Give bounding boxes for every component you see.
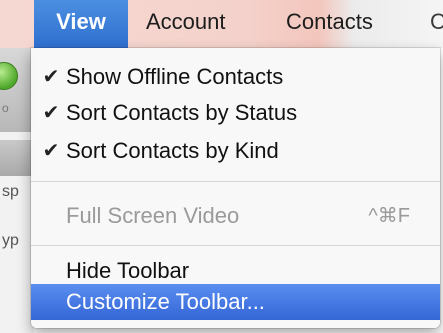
background-toolbar: [0, 48, 34, 132]
background-text-fragment: o: [2, 101, 9, 115]
menu-item-label: Full Screen Video: [66, 203, 240, 228]
menu-bar: View Account Contacts C: [0, 0, 443, 48]
menu-separator: [31, 181, 440, 182]
checkmark-icon: ✔: [42, 66, 60, 88]
menu-account[interactable]: Account: [146, 0, 226, 48]
menu-item-hide-toolbar[interactable]: Hide Toolbar: [31, 254, 440, 288]
menu-item-show-offline-contacts[interactable]: ✔ Show Offline Contacts: [31, 60, 440, 94]
checkmark-icon: ✔: [42, 102, 60, 124]
menu-truncated[interactable]: C: [430, 0, 443, 48]
menu-item-full-screen-video[interactable]: Full Screen Video ^⌘F: [31, 199, 440, 233]
background-header-band: [0, 140, 34, 176]
menu-item-label: Sort Contacts by Kind: [66, 138, 279, 163]
menu-separator: [31, 245, 440, 246]
menu-item-customize-toolbar[interactable]: Customize Toolbar...: [31, 284, 440, 320]
menu-item-sort-by-kind[interactable]: ✔ Sort Contacts by Kind: [31, 134, 440, 168]
menu-item-shortcut: ^⌘F: [368, 205, 410, 227]
checkmark-icon: ✔: [42, 140, 60, 162]
view-menu-dropdown: ✔ Show Offline Contacts ✔ Sort Contacts …: [31, 48, 440, 328]
menu-item-label: Hide Toolbar: [66, 258, 190, 283]
menu-item-sort-by-status[interactable]: ✔ Sort Contacts by Status: [31, 96, 440, 130]
menu-item-label: Sort Contacts by Status: [66, 100, 298, 125]
menu-item-label: Customize Toolbar...: [66, 289, 265, 314]
background-text-fragment: yp: [2, 232, 19, 249]
menu-view[interactable]: View: [34, 0, 128, 48]
background-text-fragment: sp: [2, 183, 19, 200]
menu-item-label: Show Offline Contacts: [66, 64, 284, 89]
menu-contacts[interactable]: Contacts: [286, 0, 373, 48]
